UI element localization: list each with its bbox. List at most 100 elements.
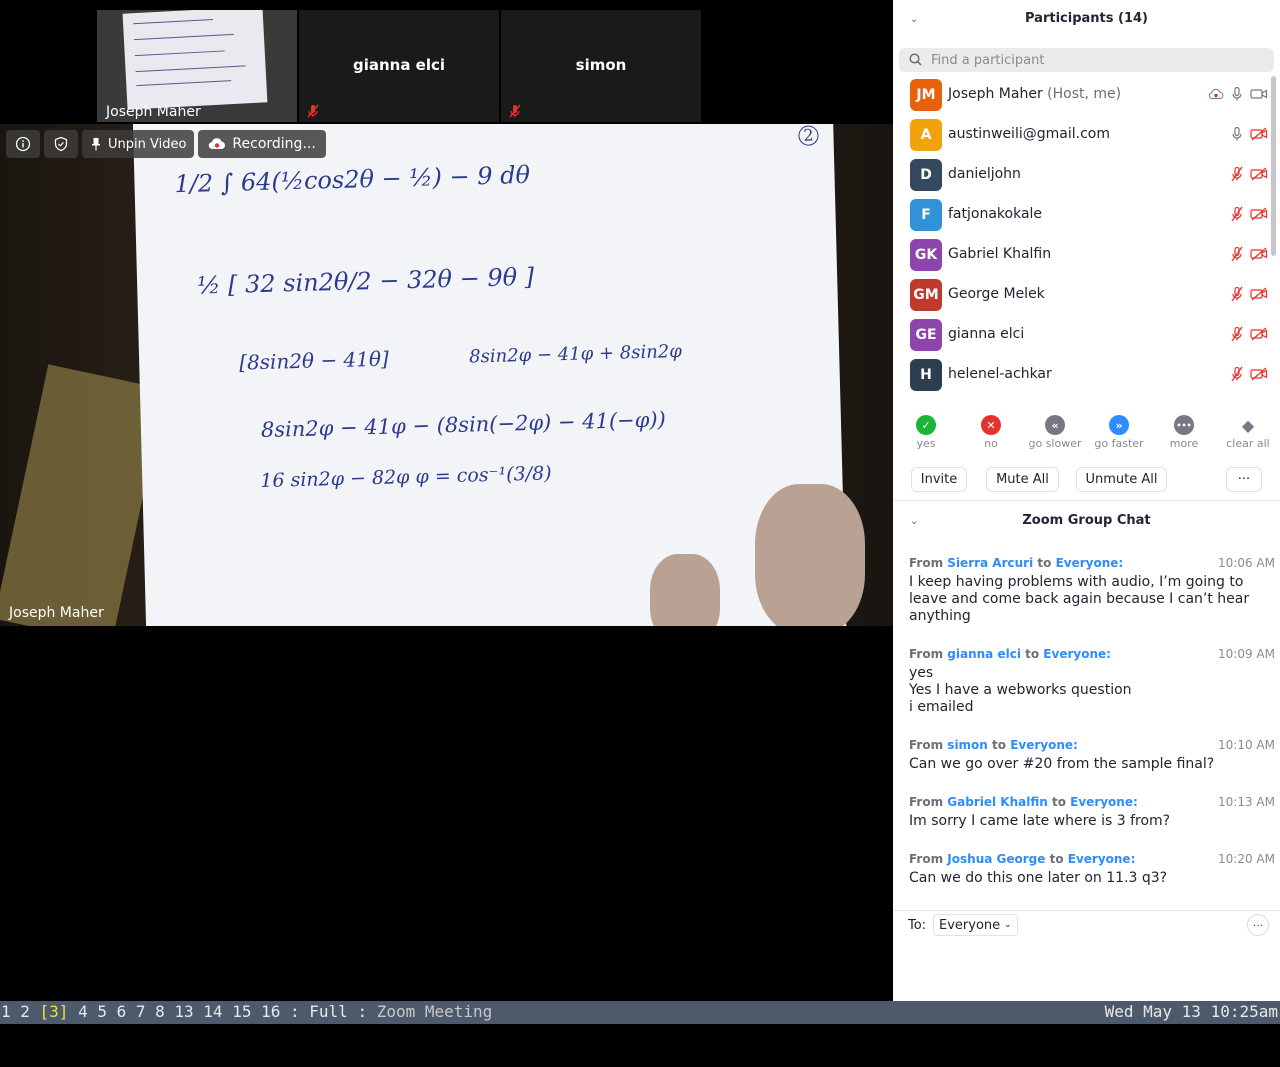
cloud-recording-icon [209,138,226,150]
participant-status-icons [1230,286,1268,302]
to-text: to [1037,556,1052,570]
from-text: From [909,852,944,866]
avatar: GM [910,279,942,311]
avatar: F [910,199,942,231]
thumbnail-paper-image [122,10,268,110]
math-line: ½ [ 32 sin2θ/2 − 32θ − 9θ ] [196,262,535,300]
reaction-clear-all[interactable]: ◆ clear all [1216,412,1280,451]
video-off-icon[interactable] [1250,207,1268,221]
video-off-icon[interactable] [1250,287,1268,301]
participants-more-button[interactable]: ··· [1226,467,1262,492]
participant-row[interactable]: H helenel-achkar [893,354,1273,394]
participant-list-scrollbar[interactable] [1271,76,1276,256]
math-line: 16 sin2φ − 82φ φ = cos⁻¹(3/8) [260,462,552,493]
main-video-feed[interactable]: 2 1/2 ∫ 64(½cos2θ − ½) − 9 dθ ½ [ 32 sin… [0,124,893,626]
current-workspace[interactable]: [3] [40,1002,69,1021]
sender-name[interactable]: gianna elci [947,647,1021,661]
recipient-name: Everyone: [1070,795,1138,809]
recipient-name: Everyone: [1010,738,1078,752]
reaction-go-slower[interactable]: « go slower [1023,412,1087,450]
mic-muted-icon[interactable] [1230,286,1244,302]
participant-name-text: Joseph Maher [948,86,1043,102]
from-text: From [909,738,944,752]
shield-icon [54,136,68,152]
thumbnail-joseph[interactable]: Joseph Maher [97,10,297,122]
video-camera-icon[interactable] [1250,87,1268,101]
sender-name[interactable]: Joshua George [947,852,1045,866]
video-off-icon[interactable] [1250,167,1268,181]
thumbnail-name: Joseph Maher [106,104,201,120]
unpin-video-button[interactable]: Unpin Video [82,130,195,158]
message-text: Im sorry I came late where is 3 from? [909,813,1171,829]
workspace-numbers[interactable]: 1 2 [1,1002,40,1021]
math-line: 8sin2φ − 41φ + 8sin2φ [468,340,683,368]
participant-row[interactable]: F fatjonakokale [893,194,1273,234]
chat-title: Zoom Group Chat [1022,513,1151,528]
mic-muted-icon[interactable] [1230,366,1244,382]
participant-row[interactable]: JM Joseph Maher (Host, me) [893,74,1273,114]
video-toolbar: Unpin Video Recording... [6,130,326,158]
microphone-icon[interactable] [1230,86,1244,102]
message-time: 10:13 AM [1218,795,1275,809]
video-off-icon[interactable] [1250,247,1268,261]
mic-muted-icon[interactable] [1230,206,1244,222]
message-text: I keep having problems with audio, I’m g… [909,574,1250,624]
chat-header: ⌄ Zoom Group Chat [893,502,1280,540]
message-time: 10:10 AM [1218,738,1275,752]
reaction-go-faster[interactable]: » go faster [1087,412,1151,450]
recording-label: Recording... [232,136,316,152]
to-text: to [992,738,1007,752]
separator: : [357,1002,368,1021]
participant-status-icons [1230,326,1268,342]
recording-indicator[interactable]: Recording... [198,130,326,158]
reaction-more[interactable]: ••• more [1152,412,1216,450]
participants-title: Participants (14) [1025,11,1148,26]
participant-search[interactable] [899,48,1274,72]
mic-muted-icon[interactable] [1230,326,1244,342]
mute-all-button[interactable]: Mute All [986,467,1059,492]
search-input[interactable] [931,51,1261,69]
mic-muted-icon[interactable] [1230,246,1244,262]
fast-forward-icon: » [1109,415,1129,435]
unmute-all-button[interactable]: Unmute All [1076,467,1167,492]
participant-name: gianna elci [948,326,1025,342]
whiteboard-paper: 2 1/2 ∫ 64(½cos2θ − ½) − 9 dθ ½ [ 32 sin… [132,124,848,626]
info-icon [15,136,31,152]
reaction-no[interactable]: ✕ no [959,412,1023,450]
sender-name[interactable]: Sierra Arcuri [947,556,1033,570]
participant-row[interactable]: GM George Melek [893,274,1273,314]
reaction-yes[interactable]: ✓ yes [894,412,958,450]
check-icon: ✓ [916,415,936,435]
mic-muted-icon[interactable] [1230,166,1244,182]
thumbnail-simon[interactable]: simon [501,10,701,122]
participant-status-icons [1230,126,1268,142]
participant-row[interactable]: GK Gabriel Khalfin [893,234,1273,274]
recipient-select[interactable]: Everyone ⌄ [933,914,1018,936]
recipient-name: Everyone: [1043,647,1111,661]
sender-name[interactable]: Gabriel Khalfin [947,795,1048,809]
video-off-icon[interactable] [1250,367,1268,381]
panel-divider [893,500,1280,501]
math-line: 1/2 ∫ 64(½cos2θ − ½) − 9 dθ [174,160,531,199]
microphone-icon[interactable] [1230,126,1244,142]
security-button[interactable] [44,130,78,158]
layout-name: Full [299,1002,358,1021]
participant-row[interactable]: GE gianna elci [893,314,1273,354]
invite-button[interactable]: Invite [911,467,967,492]
thumbnail-gianna[interactable]: gianna elci [299,10,499,122]
cloud-recording-icon [1208,89,1224,99]
chat-message: From simon to Everyone: 10:10 AM Can we … [909,738,1275,773]
sender-name[interactable]: simon [947,738,988,752]
reaction-label: no [984,437,998,450]
video-off-icon[interactable] [1250,327,1268,341]
participant-row[interactable]: D danieljohn [893,154,1273,194]
video-off-icon[interactable] [1250,127,1268,141]
participant-row[interactable]: A austinweili@gmail.com [893,114,1273,154]
reaction-label: clear all [1226,437,1270,450]
recipient-name: Everyone: [1055,556,1124,570]
chat-message: From Joshua George to Everyone: 10:20 AM… [909,852,1275,887]
chat-more-button[interactable]: ··· [1247,914,1269,936]
participant-list: JM Joseph Maher (Host, me) A austinweili… [893,74,1280,394]
info-button[interactable] [6,130,40,158]
workspace-numbers[interactable]: 4 5 6 7 8 13 14 15 16 [68,1002,290,1021]
